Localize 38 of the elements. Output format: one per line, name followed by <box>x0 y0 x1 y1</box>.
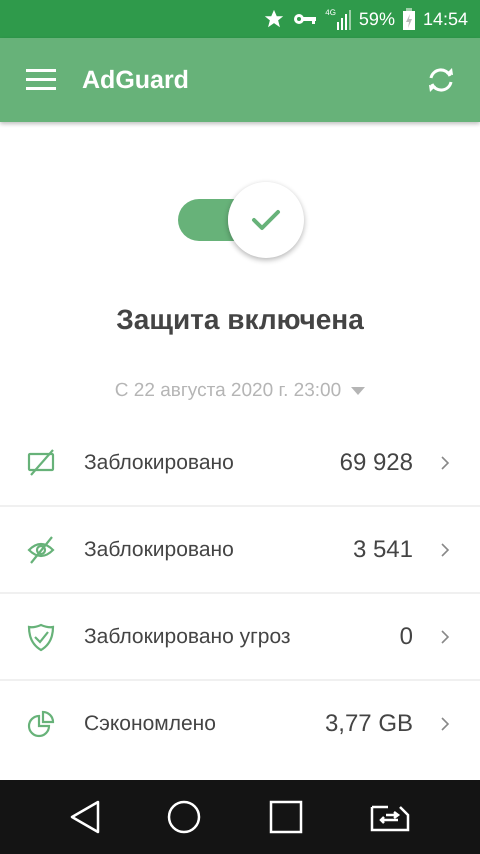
stat-label: Заблокировано <box>84 450 235 474</box>
home-icon[interactable] <box>167 800 202 834</box>
stat-value: 3 541 <box>352 536 413 564</box>
chevron-icon <box>441 542 450 556</box>
stat-value: 69 928 <box>340 448 413 476</box>
toggle-track[interactable] <box>178 199 235 241</box>
back-icon[interactable] <box>70 800 100 834</box>
chevron-icon <box>441 716 450 730</box>
star-icon <box>263 8 286 30</box>
stat-value: 0 <box>400 622 413 650</box>
chevron-icon <box>441 630 450 644</box>
chevron-icon <box>441 456 450 470</box>
stats-row[interactable]: Заблокировано угроз 0 <box>0 594 480 681</box>
shield-check-icon <box>26 622 56 652</box>
recents-icon[interactable] <box>268 800 303 834</box>
caret-icon[interactable] <box>351 387 366 395</box>
stat-label: Сэкономлено <box>84 712 217 736</box>
stat-label: Заблокировано угроз <box>84 624 292 648</box>
key-icon <box>293 12 318 26</box>
stat-value: 3,77 GB <box>324 710 413 738</box>
crossed-screen-icon <box>26 448 56 478</box>
battery-level: 59% <box>358 8 395 30</box>
stats-row[interactable]: Заблокировано 3 541 <box>0 507 480 594</box>
battery-icon <box>402 8 415 30</box>
signal-icon <box>336 8 351 30</box>
crossed-eye-icon <box>26 534 56 564</box>
toggle-thumb[interactable] <box>228 182 304 258</box>
menu-icon[interactable] <box>26 69 56 91</box>
refresh-icon[interactable] <box>426 66 456 94</box>
clock: 14:54 <box>422 8 468 30</box>
network-type: 4G <box>325 8 336 17</box>
stats-row[interactable]: Сэкономлено 3,77 GB <box>0 681 480 766</box>
check-icon <box>251 208 281 232</box>
app-title: AdGuard <box>82 66 190 94</box>
stats-row[interactable]: Заблокировано 69 928 <box>0 420 480 507</box>
pie-chart-icon <box>26 708 56 738</box>
stat-label: Заблокировано <box>84 538 235 562</box>
protection-status: Защита включена <box>116 304 364 336</box>
